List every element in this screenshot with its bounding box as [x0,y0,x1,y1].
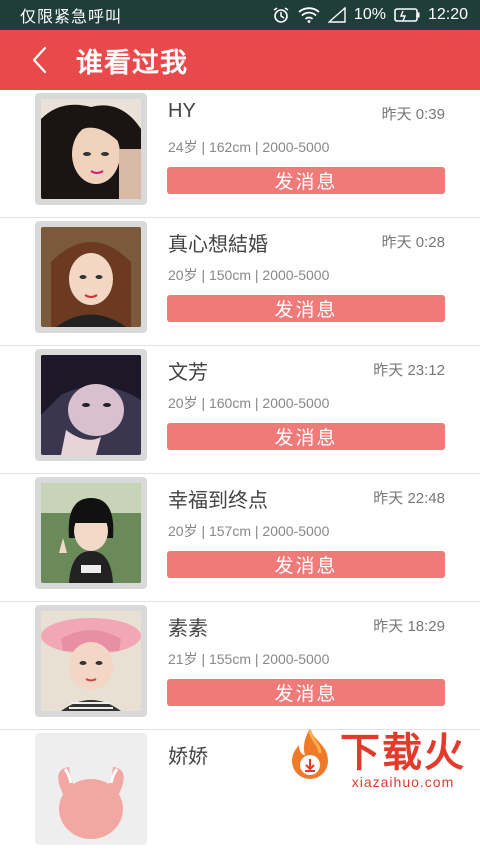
avatar-frame [35,93,147,205]
send-message-button[interactable]: 发消息 [167,167,445,194]
visitor-meta: 21岁 | 155cm | 2000-5000 [168,651,330,667]
carrier-text: 仅限紧急呼叫 [20,9,123,26]
visitor-meta: 20岁 | 160cm | 2000-5000 [168,395,330,411]
avatar-frame [35,733,147,845]
visitor-name: 文芳 [168,362,208,384]
visitor-row[interactable]: 素素 昨天 18:29 21岁 | 155cm | 2000-5000 发消息 [0,602,480,730]
visit-time: 昨天 18:29 [373,618,445,635]
chevron-left-icon [32,46,47,74]
status-icons: 10% 12:20 [272,6,468,24]
avatar[interactable] [41,611,141,711]
watermark-sub: xiazaihuo.com [351,774,455,790]
alarm-icon [272,6,290,24]
visitor-meta: 24岁 | 162cm | 2000-5000 [168,139,330,155]
clock-text: 12:20 [427,6,468,23]
visitor-meta: 20岁 | 157cm | 2000-5000 [168,523,330,539]
avatar[interactable] [41,483,141,583]
avatar[interactable] [41,99,141,199]
avatar-frame [35,221,147,333]
visitor-row[interactable]: HY 昨天 0:39 24岁 | 162cm | 2000-5000 发消息 [0,90,480,218]
battery-icon [394,7,420,23]
visitor-name: 娇娇 [168,746,208,768]
avatar-frame [35,605,147,717]
visit-time: 昨天 23:12 [373,362,445,379]
send-message-button[interactable]: 发消息 [167,295,445,322]
page-title: 谁看过我 [76,47,188,78]
visitor-meta: 20岁 | 150cm | 2000-5000 [168,267,330,283]
visitor-row[interactable]: 文芳 昨天 23:12 20岁 | 160cm | 2000-5000 发消息 [0,346,480,474]
status-bar: 仅限紧急呼叫 10% 12:20 [0,0,480,30]
signal-icon [327,7,346,23]
send-message-button[interactable]: 发消息 [167,423,445,450]
avatar-frame [35,477,147,589]
send-message-button[interactable]: 发消息 [167,551,445,578]
avatar[interactable] [41,355,141,455]
visitor-row[interactable]: 幸福到终点 昨天 22:48 20岁 | 157cm | 2000-5000 发… [0,474,480,602]
app-header: 谁看过我 [0,30,480,90]
visitor-name: 幸福到终点 [168,490,268,512]
watermark-main: 下载火 [340,731,466,775]
flame-logo-icon [284,727,336,790]
avatar[interactable] [41,227,141,327]
send-message-button[interactable]: 发消息 [167,679,445,706]
wifi-icon [298,7,320,23]
visitor-row[interactable]: 真心想結婚 昨天 0:28 20岁 | 150cm | 2000-5000 发消… [0,218,480,346]
visitor-name: 素素 [168,618,208,640]
avatar-frame [35,349,147,461]
visit-time: 昨天 0:28 [381,234,445,251]
default-avatar-icon[interactable] [41,739,141,839]
battery-percent: 10% [353,6,386,23]
visitor-name: HY [168,100,196,122]
watermark: 下载火 xiazaihuo.com [284,727,466,790]
visit-time: 昨天 0:39 [381,106,445,123]
visitor-name: 真心想結婚 [168,234,268,256]
back-button[interactable] [10,30,70,90]
visit-time: 昨天 22:48 [373,490,445,507]
